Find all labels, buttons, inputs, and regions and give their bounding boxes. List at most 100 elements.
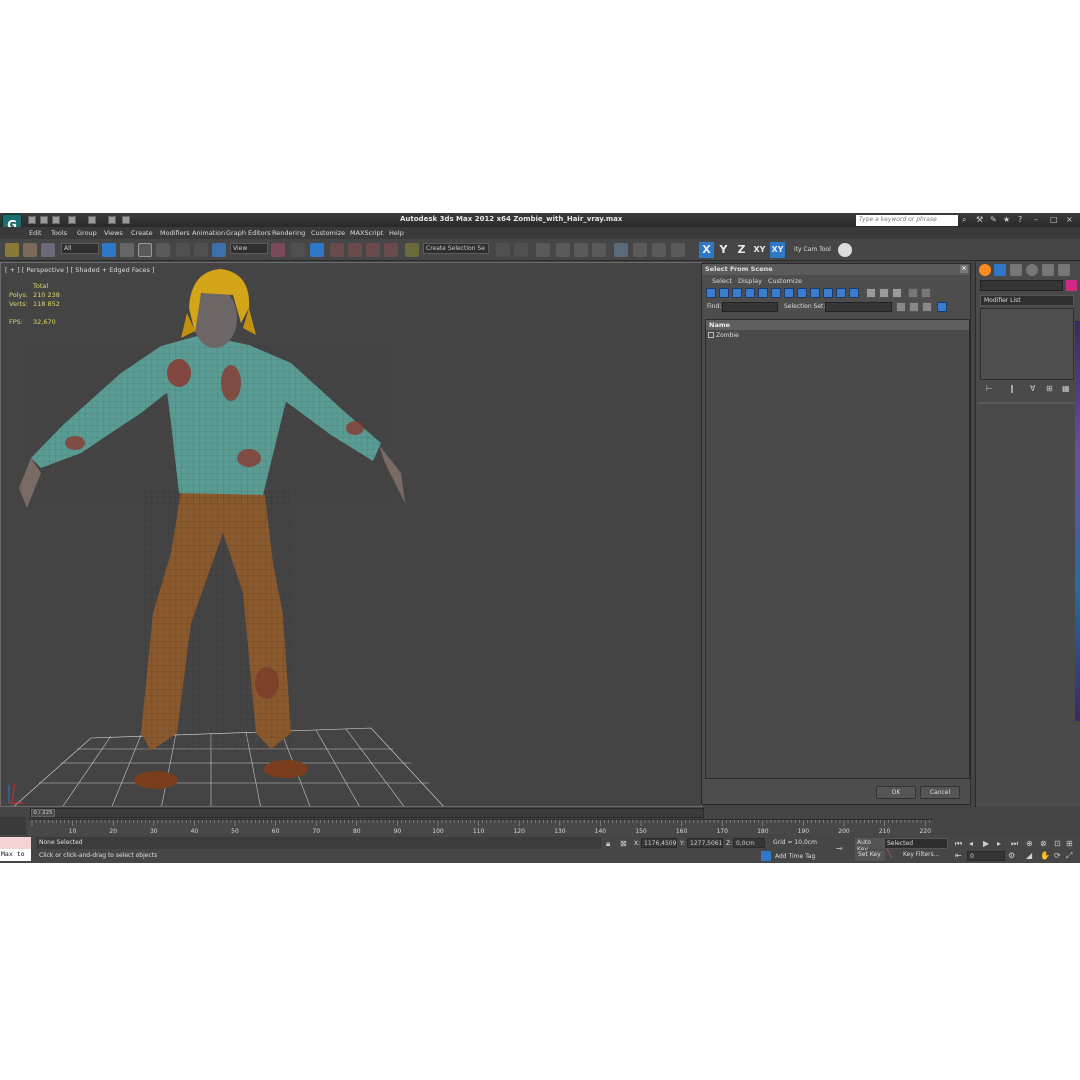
key-filter-icon[interactable]: ╲ — [887, 849, 892, 858]
favorites-star-icon[interactable]: ★ — [1003, 215, 1010, 224]
rendered-frame-window-icon[interactable] — [652, 243, 666, 257]
name-column-header[interactable]: Name — [706, 320, 969, 330]
field-of-view-icon[interactable]: ◢ — [1026, 851, 1032, 860]
menu-rendering[interactable]: Rendering — [272, 229, 305, 237]
z-coord-field[interactable]: 0,0cm — [733, 838, 765, 848]
modifier-list-dropdown[interactable]: Modifier List — [980, 295, 1074, 306]
mini-curve-editor-toggle[interactable] — [0, 817, 26, 835]
window-crossing-icon[interactable] — [156, 243, 170, 257]
time-slider-thumb[interactable]: 0 / 225 — [31, 809, 55, 817]
display-bones-icon[interactable] — [810, 288, 820, 298]
track-bar[interactable]: 10 20 30 40 50 60 70 80 90 100 110 120 130 140 150 160 1… — [28, 819, 933, 835]
select-none-icon[interactable] — [909, 302, 919, 312]
percent-snap-icon[interactable] — [366, 243, 380, 257]
unlink-icon[interactable] — [23, 243, 37, 257]
time-slider[interactable]: 0 / 225 — [30, 808, 704, 818]
new-file-icon[interactable] — [28, 216, 36, 224]
pan-view-icon[interactable]: ✋ — [1040, 851, 1050, 860]
dialog-menu-customize[interactable]: Customize — [768, 277, 802, 285]
display-xrefs-icon[interactable] — [797, 288, 807, 298]
display-lights-icon[interactable] — [732, 288, 742, 298]
edit-named-selection-icon[interactable] — [405, 243, 419, 257]
display-all-icon[interactable] — [866, 288, 876, 298]
y-coord-field[interactable]: 1277,5061 — [687, 838, 723, 848]
menu-customize[interactable]: Customize — [311, 229, 345, 237]
key-mode-dropdown[interactable]: Selected — [884, 838, 948, 849]
render-production-icon[interactable] — [671, 243, 685, 257]
create-selection-set-dropdown[interactable]: Create Selection Se — [423, 243, 489, 254]
cam-tool-label[interactable]: ity Cam Tool — [794, 246, 831, 253]
axis-xy-button[interactable]: XY — [752, 242, 767, 258]
create-tab-icon[interactable] — [979, 264, 991, 276]
play-icon[interactable]: ▶ — [983, 839, 989, 848]
curve-editor-icon[interactable] — [574, 243, 588, 257]
time-tag-icon[interactable] — [761, 851, 771, 861]
pin-stack-icon[interactable]: ⊢ — [986, 384, 993, 393]
zoom-icon[interactable]: ⊕ — [1026, 839, 1033, 848]
display-shapes-icon[interactable] — [719, 288, 729, 298]
menu-views[interactable]: Views — [104, 229, 123, 237]
x-coord-field[interactable]: 1176,4509 — [641, 838, 677, 848]
make-unique-icon[interactable]: ∀ — [1030, 384, 1035, 393]
set-key-icon[interactable]: ⊸ — [836, 844, 843, 853]
pivot-center-icon[interactable] — [271, 243, 285, 257]
display-containers-icon[interactable] — [823, 288, 833, 298]
scene-object-list[interactable]: Name Zombie — [705, 319, 970, 779]
zoom-extents-all-icon[interactable]: ⊞ — [1066, 839, 1073, 848]
key-filters-button[interactable]: Key Filters... — [903, 851, 940, 858]
axis-xy-active-button[interactable]: XY — [770, 242, 785, 258]
perspective-viewport[interactable]: [ + ] [ Perspective ] [ Shaded + Edged F… — [0, 262, 702, 807]
zoom-extents-icon[interactable]: ⊡ — [1054, 839, 1061, 848]
menu-edit[interactable]: Edit — [29, 229, 42, 237]
display-space-warps-icon[interactable] — [771, 288, 781, 298]
cam-tool-icon[interactable] — [838, 243, 852, 257]
help-icon[interactable]: ? — [1018, 215, 1022, 224]
select-by-name-icon[interactable] — [120, 243, 134, 257]
schematic-view-icon[interactable] — [592, 243, 606, 257]
binoculars-icon[interactable]: ⌕ — [962, 215, 966, 225]
select-dependents-icon[interactable] — [937, 302, 947, 312]
key-mode-toggle-icon[interactable]: ⇤ — [955, 851, 962, 860]
display-groups-icon[interactable] — [784, 288, 794, 298]
angle-snap-icon[interactable] — [348, 243, 362, 257]
zoom-all-icon[interactable]: ⊗ — [1040, 839, 1047, 848]
maxscript-mini-listener[interactable]: Max to — [0, 849, 31, 861]
render-setup-icon[interactable] — [633, 243, 647, 257]
modifier-stack[interactable] — [980, 308, 1074, 380]
display-geometry-icon[interactable] — [706, 288, 716, 298]
scale-icon[interactable] — [212, 243, 226, 257]
axis-x-button[interactable]: X — [699, 242, 714, 258]
hierarchy-tab-icon[interactable] — [1010, 264, 1022, 276]
reference-coordinate-dropdown[interactable]: View — [230, 243, 268, 254]
close-icon[interactable]: × — [1066, 215, 1073, 224]
graphite-ribbon-icon[interactable] — [556, 243, 570, 257]
go-to-end-icon[interactable]: ⏭ — [1011, 839, 1018, 849]
mirror-icon[interactable] — [496, 243, 510, 257]
filter-icon[interactable] — [908, 288, 918, 298]
workspace-icon[interactable] — [122, 216, 130, 224]
subscription-icon[interactable]: ⚒ — [976, 215, 983, 224]
add-time-tag-button[interactable]: Add Time Tag — [775, 853, 815, 860]
material-editor-icon[interactable] — [614, 243, 628, 257]
selection-set-dropdown[interactable] — [825, 302, 892, 312]
remove-modifier-icon[interactable]: ⊞ — [1046, 384, 1053, 393]
move-icon[interactable] — [176, 243, 190, 257]
orbit-icon[interactable]: ⟳ — [1054, 851, 1061, 860]
auto-key-button[interactable]: Auto Key — [855, 838, 885, 853]
display-helpers-icon[interactable] — [758, 288, 768, 298]
dialog-menu-select[interactable]: Select — [712, 277, 732, 285]
set-key-button[interactable]: Set Key — [855, 850, 885, 861]
axis-z-button[interactable]: Z — [734, 242, 749, 258]
menu-create[interactable]: Create — [131, 229, 153, 237]
select-all-icon[interactable] — [896, 302, 906, 312]
display-tab-icon[interactable] — [1042, 264, 1054, 276]
menu-group[interactable]: Group — [77, 229, 97, 237]
dialog-menu-display[interactable]: Display — [738, 277, 762, 285]
maxscript-listener-output[interactable] — [0, 837, 31, 849]
open-file-icon[interactable] — [40, 216, 48, 224]
redo-icon[interactable] — [88, 216, 96, 224]
select-object-icon[interactable] — [102, 243, 116, 257]
display-frozen-icon[interactable] — [836, 288, 846, 298]
object-name-field[interactable] — [980, 280, 1063, 291]
ok-button[interactable]: OK — [876, 786, 916, 799]
